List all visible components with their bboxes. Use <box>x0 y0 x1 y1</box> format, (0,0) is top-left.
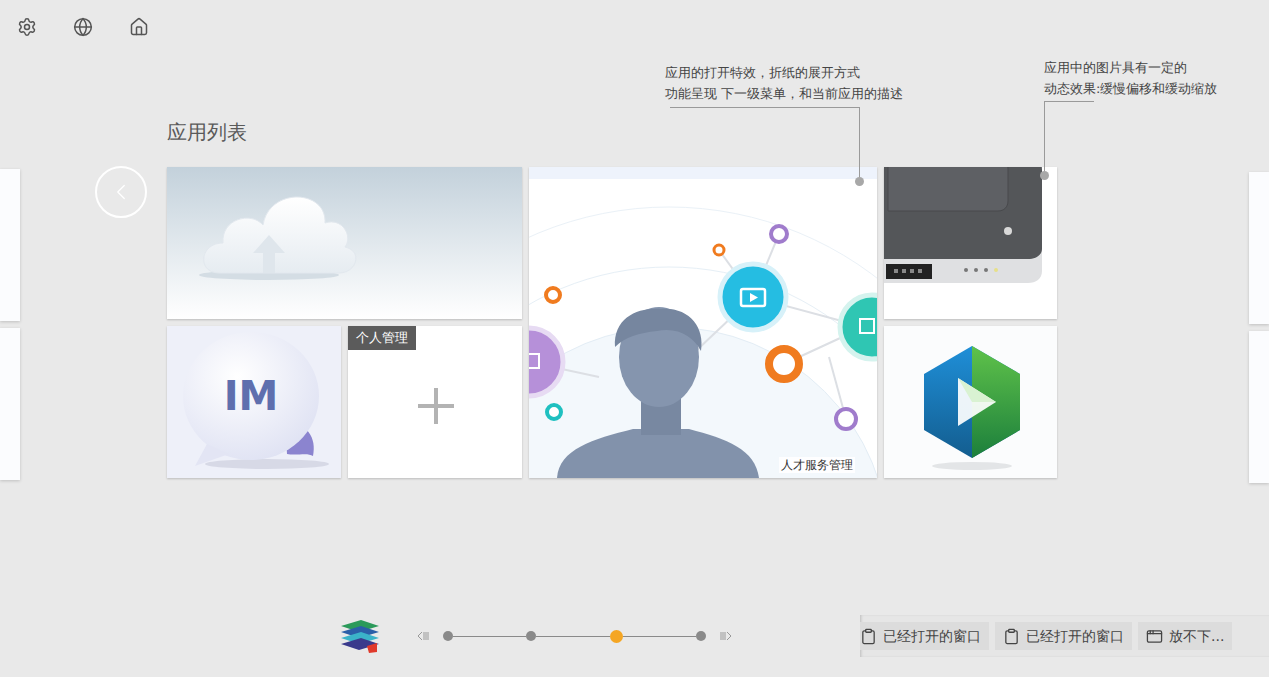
pager-track <box>443 630 706 643</box>
pager-right-arrow-icon[interactable] <box>720 630 732 642</box>
pager-dot[interactable] <box>610 630 623 643</box>
pager-line <box>453 636 526 637</box>
partial-tile[interactable] <box>0 328 20 480</box>
annotation-line: 功能呈现 下一级菜单，和当前应用的描述 <box>665 83 903 104</box>
cloud-upload-icon <box>167 167 522 319</box>
partial-tile[interactable] <box>1249 172 1269 324</box>
tile-grid: 人才服务管理 IM 个人管理 <box>167 167 1057 478</box>
globe-icon[interactable] <box>73 17 93 37</box>
pager-line <box>536 636 609 637</box>
tile-badge: 个人管理 <box>348 326 416 350</box>
annotation-text: 应用的打开特效，折纸的展开方式功能呈现 下一级菜单，和当前应用的描述 <box>665 62 903 104</box>
app-logo-icon <box>337 618 383 654</box>
tile-caption: 人才服务管理 <box>779 457 855 473</box>
page-indicator <box>417 630 732 643</box>
pager-dot[interactable] <box>526 631 536 641</box>
previous-page-tiles <box>0 169 20 480</box>
im-chat-icon: IM <box>167 326 341 478</box>
taskbar-label: 已经打开的窗口 <box>883 627 981 645</box>
pager-line <box>623 636 696 637</box>
player-icon <box>884 326 1057 478</box>
annotation-line: 应用的打开特效，折纸的展开方式 <box>665 62 903 83</box>
partial-tile[interactable] <box>1249 331 1269 483</box>
page-title: 应用列表 <box>167 120 1269 144</box>
taskbar-item[interactable]: 已经打开的窗口 <box>995 622 1132 650</box>
annotation-dot <box>855 177 864 186</box>
pager-dot[interactable] <box>696 631 706 641</box>
pager-left-arrow-icon[interactable] <box>417 630 429 642</box>
top-toolbar <box>0 0 1269 54</box>
add-tile[interactable]: 个人管理 <box>348 326 522 478</box>
hard-drive-icon <box>884 167 1057 319</box>
next-page-tiles <box>1249 172 1269 483</box>
annotation-leader <box>859 107 860 179</box>
clipboard-icon <box>860 628 877 645</box>
annotation-leader <box>670 107 860 108</box>
talent-tile[interactable]: 人才服务管理 <box>529 167 877 478</box>
chevron-left-icon <box>108 179 134 205</box>
taskbar-label: 已经打开的窗口 <box>1026 627 1124 645</box>
annotation-line: 应用中的图片具有一定的 <box>1044 57 1217 78</box>
gear-icon[interactable] <box>17 17 37 37</box>
partial-tile[interactable] <box>0 169 20 321</box>
im-tile[interactable]: IM <box>167 326 341 478</box>
im-label: IM <box>224 373 279 419</box>
cloud-tile[interactable] <box>167 167 522 319</box>
annotation-leader <box>1044 101 1094 102</box>
taskbar-item[interactable]: 放不下... <box>1138 622 1232 650</box>
taskbar-label: 放不下... <box>1169 627 1224 645</box>
annotation-text: 应用中的图片具有一定的动态效果:缓慢偏移和缓动缩放 <box>1044 57 1217 99</box>
annotation-line: 动态效果:缓慢偏移和缓动缩放 <box>1044 78 1217 99</box>
window-icon <box>1146 628 1163 645</box>
app-list-page: 应用列表人才服务管理 IM 个人管理 应用的打开特效，折纸的展开方式功能呈现 下一级菜… <box>0 0 1269 677</box>
clipboard-icon <box>1003 628 1020 645</box>
bottom-bar: 已经打开的窗口 已经打开的窗口 放不下... <box>0 601 1269 671</box>
back-button[interactable] <box>95 166 147 218</box>
home-icon[interactable] <box>129 17 149 37</box>
annotation-leader <box>1044 101 1045 173</box>
player-tile[interactable] <box>884 326 1057 478</box>
taskbar-item[interactable]: 已经打开的窗口 <box>860 622 989 650</box>
annotation-dot <box>1040 171 1049 180</box>
talent-network-icon <box>529 167 877 478</box>
app-carousel: 人才服务管理 IM 个人管理 <box>0 167 1269 483</box>
taskbar: 已经打开的窗口 已经打开的窗口 放不下... <box>860 615 1269 657</box>
pager-dot[interactable] <box>443 631 453 641</box>
device-tile[interactable] <box>884 167 1057 319</box>
